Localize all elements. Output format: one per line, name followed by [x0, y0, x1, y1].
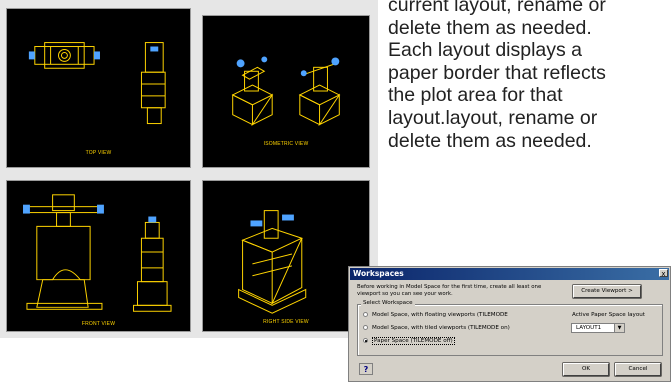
- body-paragraph: current layout, rename or delete them as…: [388, 0, 671, 152]
- radio-icon[interactable]: [363, 325, 368, 330]
- viewport-top-view[interactable]: TOP VIEW: [6, 8, 191, 168]
- viewport-label: TOP VIEW: [85, 150, 112, 156]
- dialog-title: Workspaces: [350, 268, 669, 280]
- cad-screenshot: TOP VIEW ISOMETRIC VIEW FRONT VIEW RIGHT…: [0, 0, 378, 338]
- front-view-drawing: [23, 194, 172, 312]
- viewport-label: FRONT VIEW: [81, 321, 116, 327]
- cancel-button[interactable]: Cancel: [615, 363, 661, 376]
- dialog-intro-text: Before working in Model Space for the fi…: [357, 284, 542, 297]
- chevron-down-icon[interactable]: ▼: [614, 324, 624, 332]
- svg-text:?: ?: [364, 365, 369, 374]
- viewport-label: RIGHT SIDE VIEW: [263, 319, 309, 325]
- radio-selected-icon[interactable]: [363, 338, 368, 343]
- paragraph-line: the plot area for that: [388, 84, 563, 107]
- radio-icon[interactable]: [363, 312, 368, 317]
- viewport-isometric-view[interactable]: ISOMETRIC VIEW: [202, 15, 370, 168]
- paragraph-line: current layout, rename or: [388, 0, 606, 16]
- help-icon[interactable]: ?: [359, 363, 373, 375]
- paragraph-line: delete them as needed.: [388, 16, 592, 39]
- right-side-view-drawing: [238, 210, 307, 314]
- create-viewport-button[interactable]: Create Viewport >: [573, 285, 641, 298]
- option-paper-space[interactable]: Paper Space (TILEMODE off): [363, 337, 455, 345]
- active-layout-select[interactable]: LAYOUT1 ▼: [571, 323, 625, 333]
- workspaces-dialog: Workspaces x Before working in Model Spa…: [348, 266, 671, 382]
- close-icon[interactable]: x: [659, 269, 668, 278]
- paragraph-line: layout.layout, rename or: [388, 106, 598, 129]
- viewport-front-view[interactable]: FRONT VIEW: [6, 180, 191, 332]
- paragraph-line: delete them as needed.: [388, 129, 592, 152]
- paragraph-line: paper border that reflects: [388, 61, 606, 84]
- paragraph-line: Each layout displays a: [388, 39, 583, 62]
- top-view-drawing: [28, 42, 166, 125]
- option-label: Paper Space (TILEMODE off): [372, 337, 455, 345]
- active-layout-value: LAYOUT1: [576, 325, 602, 331]
- option-tiled-viewports[interactable]: Model Space, with tiled viewports (TILEM…: [363, 325, 510, 331]
- option-floating-viewports[interactable]: Model Space, with floating viewports (TI…: [363, 312, 508, 318]
- viewport-label: ISOMETRIC VIEW: [263, 141, 309, 147]
- group-label: Select Workspace: [361, 300, 415, 306]
- option-label: Model Space, with tiled viewports (TILEM…: [372, 325, 510, 331]
- active-layout-label: Active Paper Space layout: [572, 312, 645, 318]
- option-label: Model Space, with floating viewports (TI…: [372, 312, 508, 318]
- viewport-right-side-view[interactable]: RIGHT SIDE VIEW: [202, 180, 370, 332]
- ok-button[interactable]: OK: [563, 363, 609, 376]
